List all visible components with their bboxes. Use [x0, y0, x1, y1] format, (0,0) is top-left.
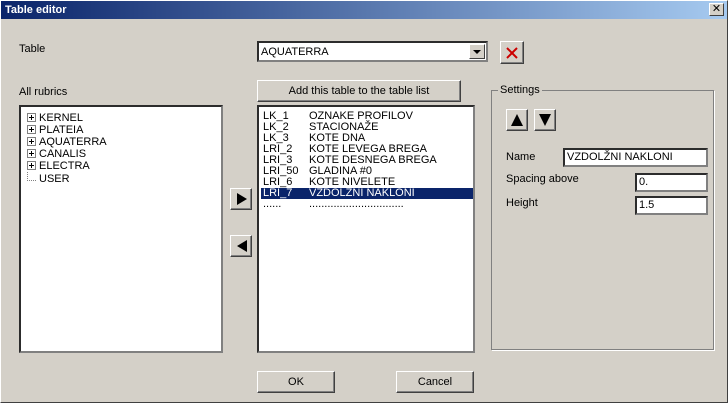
tree-item-label: CANALIS — [39, 148, 87, 160]
tree-item[interactable]: ELECTRA — [27, 160, 90, 172]
table-label: Table — [19, 43, 46, 55]
tree-item[interactable]: USER — [27, 172, 70, 185]
ok-button[interactable]: OK — [257, 371, 335, 393]
expand-icon[interactable] — [27, 113, 36, 122]
delete-icon — [506, 47, 518, 59]
tree-item-label: KERNEL — [39, 112, 84, 124]
all-rubrics-label: All rubrics — [19, 86, 68, 98]
arrow-down-icon — [539, 114, 551, 126]
name-label: Name — [506, 151, 536, 163]
table-editor-window: Table editor ✕ Table AQUATERRA All rubri… — [0, 0, 728, 403]
tree-item[interactable]: AQUATERRA — [27, 136, 107, 148]
spacing-above-field[interactable]: 0. — [635, 173, 708, 192]
height-field[interactable]: 1.5 — [635, 196, 708, 215]
tree-item-label: ELECTRA — [39, 160, 90, 172]
expand-icon[interactable] — [27, 125, 36, 134]
rubrics-tree[interactable]: KERNEL PLATEIA AQUATERRA CANALIS ELECTRA USER — [19, 105, 223, 353]
height-label: Height — [506, 197, 538, 209]
window-title: Table editor — [5, 4, 67, 16]
name-field[interactable]: VZDOLŽNI NAKLONI — [563, 148, 708, 167]
move-up-button[interactable] — [506, 109, 528, 131]
arrow-right-icon — [237, 193, 247, 205]
tree-item-label: USER — [39, 173, 70, 185]
table-row[interactable]: LK_2 STACIONAŽE — [261, 122, 473, 133]
expand-icon[interactable] — [27, 137, 36, 146]
cancel-button[interactable]: Cancel — [396, 371, 474, 393]
chevron-down-icon[interactable] — [469, 44, 485, 59]
expand-icon[interactable] — [27, 149, 36, 158]
table-list[interactable]: LK_1 OZNAKE PROFILOV LK_2 STACIONAŽE LK_3 KOT… — [257, 105, 475, 353]
spacing-above-label: Spacing above — [506, 173, 579, 185]
add-table-button[interactable]: Add this table to the table list — [257, 80, 461, 102]
move-right-button[interactable] — [230, 188, 252, 210]
arrow-left-icon — [237, 240, 247, 252]
move-left-button[interactable] — [230, 235, 252, 257]
tree-item[interactable]: PLATEIA — [27, 124, 83, 136]
move-down-button[interactable] — [534, 109, 556, 131]
tree-item-label: AQUATERRA — [39, 136, 107, 148]
row-name: ............................... — [309, 198, 404, 210]
title-bar: Table editor ✕ — [1, 1, 727, 19]
row-code: ...... — [263, 198, 282, 210]
table-combo[interactable]: AQUATERRA — [257, 41, 488, 62]
tree-item-label: PLATEIA — [39, 124, 84, 136]
settings-title: Settings — [498, 84, 542, 96]
delete-table-button[interactable] — [500, 41, 524, 64]
close-icon[interactable]: ✕ — [709, 3, 724, 16]
arrow-up-icon — [511, 114, 523, 126]
expand-icon[interactable] — [27, 161, 36, 170]
table-combo-value: AQUATERRA — [261, 46, 329, 58]
tree-item[interactable]: CANALIS — [27, 148, 86, 160]
table-row[interactable]: ..................................... — [261, 199, 473, 210]
tree-branch-icon — [27, 172, 36, 181]
tree-item[interactable]: KERNEL — [27, 112, 83, 124]
